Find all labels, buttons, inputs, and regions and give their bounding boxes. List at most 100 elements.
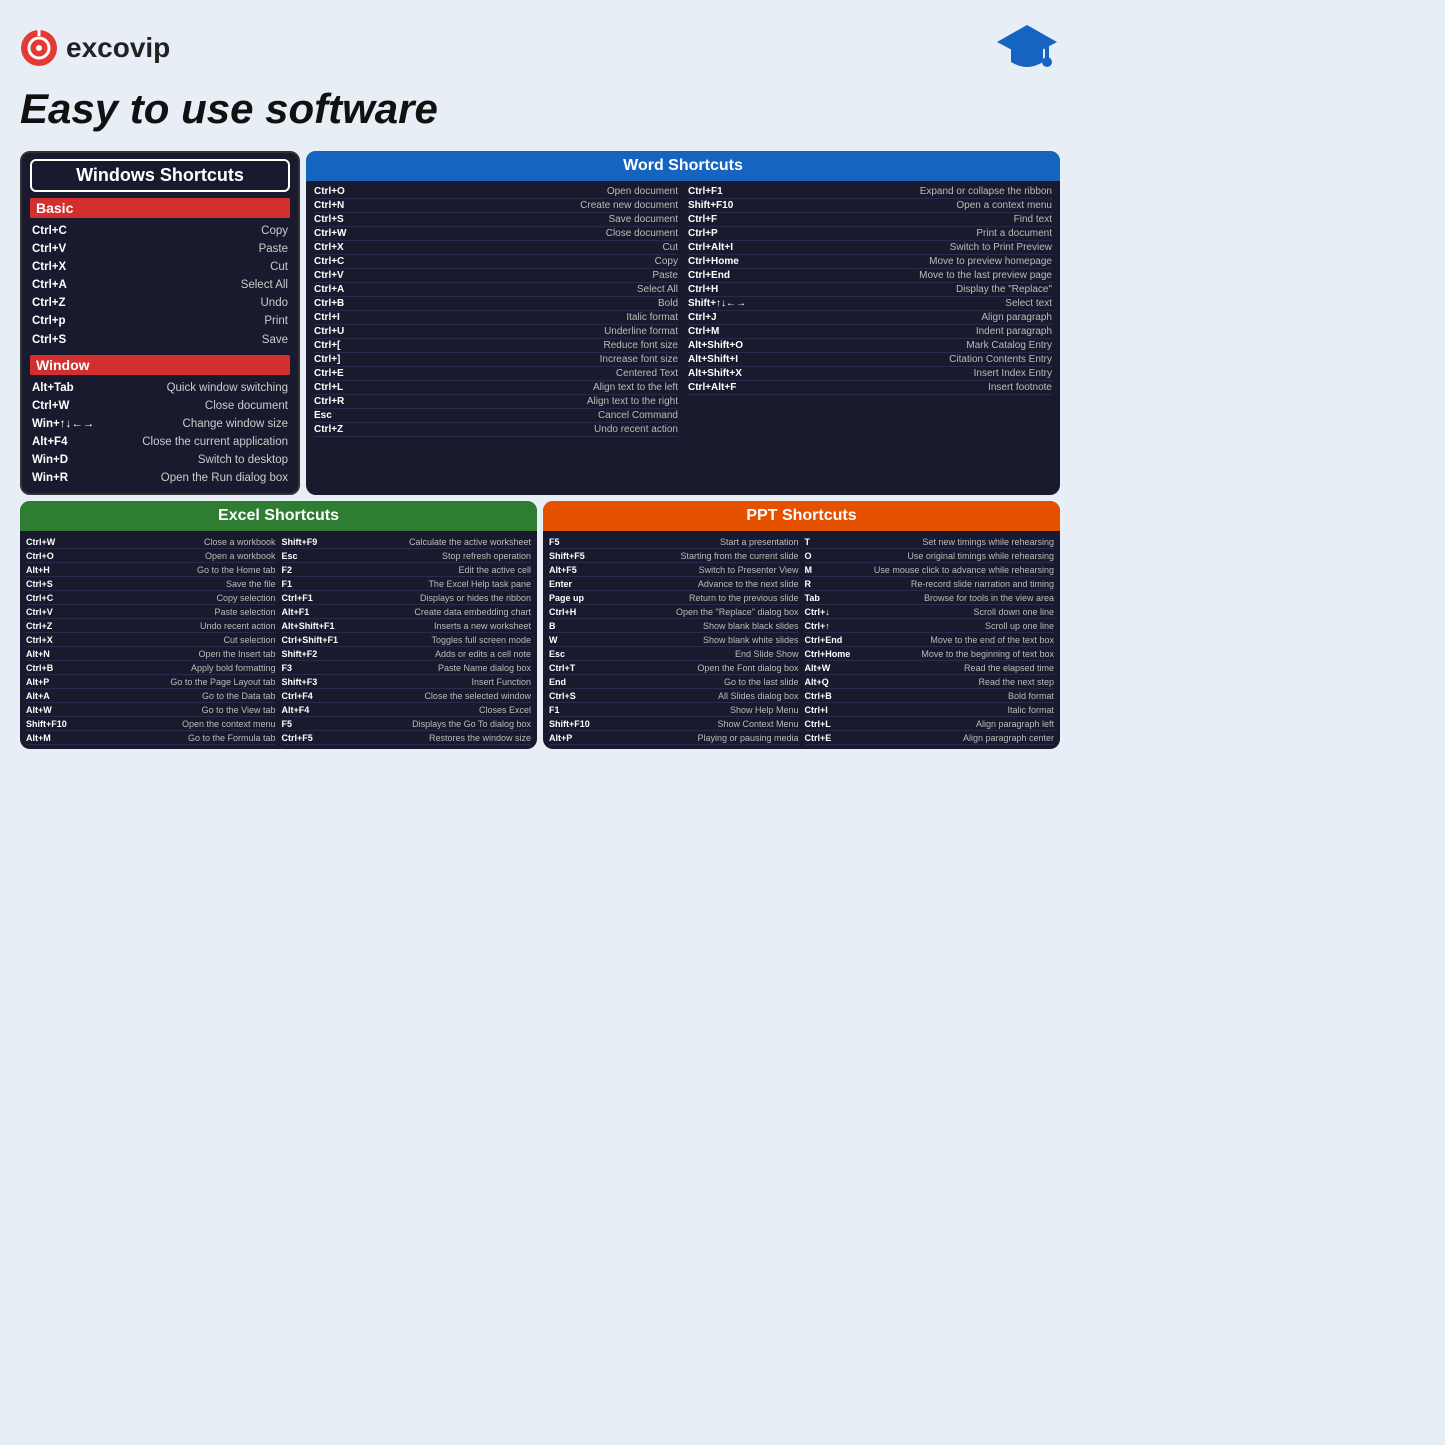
ppt-shortcut-row: Page upReturn to the previous slide: [549, 591, 799, 605]
shortcut-row: Win+ROpen the Run dialog box: [30, 469, 290, 487]
excel-shortcut-row: Ctrl+SSave the file: [26, 577, 276, 591]
word-shortcut-row: Ctrl+ECentered Text: [314, 367, 678, 381]
windows-title-box: Windows Shortcuts: [30, 159, 290, 192]
excel-shortcuts-panel: Excel Shortcuts Ctrl+WClose a workbookCt…: [20, 501, 537, 749]
excel-shortcuts-title: Excel Shortcuts: [20, 501, 537, 531]
excel-shortcut-row: EscStop refresh operation: [282, 549, 532, 563]
windows-shortcuts-panel: Windows Shortcuts Basic Ctrl+CCopyCtrl+V…: [20, 151, 300, 495]
shortcut-row: Alt+F4Close the current application: [30, 433, 290, 451]
word-shortcut-row: Ctrl+SSave document: [314, 213, 678, 227]
word-shortcut-row: Ctrl+PPrint a document: [688, 227, 1052, 241]
word-shortcut-row: Ctrl+HDisplay the "Replace": [688, 283, 1052, 297]
basic-section-label: Basic: [30, 198, 290, 218]
word-shortcut-row: Ctrl+FFind text: [688, 213, 1052, 227]
word-shortcut-row: Ctrl+VPaste: [314, 269, 678, 283]
word-shortcuts-title: Word Shortcuts: [306, 151, 1060, 181]
word-shortcut-row: Ctrl+F1Expand or collapse the ribbon: [688, 185, 1052, 199]
ppt-shortcuts-title: PPT Shortcuts: [543, 501, 1060, 531]
word-shortcut-row: Ctrl+IItalic format: [314, 311, 678, 325]
ppt-shortcut-row: EndGo to the last slide: [549, 675, 799, 689]
shortcut-row: Ctrl+ZUndo: [30, 294, 290, 312]
excel-shortcut-row: Ctrl+ZUndo recent action: [26, 619, 276, 633]
ppt-shortcut-row: Ctrl+HOpen the "Replace" dialog box: [549, 605, 799, 619]
ppt-shortcut-row: Ctrl+EAlign paragraph center: [805, 731, 1055, 745]
word-shortcut-row: Shift+F10Open a context menu: [688, 199, 1052, 213]
ppt-shortcut-row: Ctrl+TOpen the Font dialog box: [549, 661, 799, 675]
word-shortcut-row: Alt+Shift+ICitation Contents Entry: [688, 353, 1052, 367]
excel-shortcut-row: F1The Excel Help task pane: [282, 577, 532, 591]
ppt-shortcut-row: Ctrl+EndMove to the end of the text box: [805, 633, 1055, 647]
logo-area: excovip: [20, 29, 170, 67]
ppt-shortcut-row: Ctrl+LAlign paragraph left: [805, 717, 1055, 731]
ppt-shortcut-row: EnterAdvance to the next slide: [549, 577, 799, 591]
graduation-icon: [995, 20, 1060, 75]
ppt-shortcut-row: Shift+F10Show Context Menu: [549, 717, 799, 731]
ppt-shortcut-row: Alt+QRead the next step: [805, 675, 1055, 689]
excel-shortcut-row: Ctrl+BApply bold formatting: [26, 661, 276, 675]
excel-shortcut-row: Shift+F9Calculate the active worksheet: [282, 535, 532, 549]
shortcut-row: Ctrl+WClose document: [30, 397, 290, 415]
shortcut-row: Alt+TabQuick window switching: [30, 379, 290, 397]
excel-shortcut-row: Alt+HGo to the Home tab: [26, 563, 276, 577]
word-shortcut-row: Alt+Shift+XInsert Index Entry: [688, 367, 1052, 381]
word-shortcut-row: Ctrl+JAlign paragraph: [688, 311, 1052, 325]
ppt-shortcut-row: MUse mouse click to advance while rehear…: [805, 563, 1055, 577]
word-shortcut-row: Ctrl+CCopy: [314, 255, 678, 269]
word-shortcut-row: Ctrl+Alt+ISwitch to Print Preview: [688, 241, 1052, 255]
word-shortcut-row: Ctrl+]Increase font size: [314, 353, 678, 367]
ppt-shortcut-row: Alt+F5Switch to Presenter View: [549, 563, 799, 577]
ppt-shortcut-row: F5Start a presentation: [549, 535, 799, 549]
ppt-shortcut-row: Shift+F5Starting from the current slide: [549, 549, 799, 563]
page-header: excovip: [20, 20, 1060, 75]
shortcut-row: Win+DSwitch to desktop: [30, 451, 290, 469]
excel-shortcut-row: Alt+NOpen the Insert tab: [26, 647, 276, 661]
excel-shortcut-row: Ctrl+F4Close the selected window: [282, 689, 532, 703]
ppt-shortcut-row: BShow blank black slides: [549, 619, 799, 633]
shortcut-row: Ctrl+VPaste: [30, 240, 290, 258]
word-shortcut-row: EscCancel Command: [314, 409, 678, 423]
windows-title: Windows Shortcuts: [76, 165, 244, 185]
tagline: Easy to use software: [20, 85, 1060, 133]
excel-shortcut-row: Ctrl+F5Restores the window size: [282, 731, 532, 745]
ppt-shortcut-row: Ctrl+IItalic format: [805, 703, 1055, 717]
ppt-shortcut-row: TabBrowse for tools in the view area: [805, 591, 1055, 605]
ppt-shortcut-row: EscEnd Slide Show: [549, 647, 799, 661]
ppt-shortcuts-body: F5Start a presentationShift+F5Starting f…: [543, 531, 1060, 749]
shortcut-row: Ctrl+CCopy: [30, 222, 290, 240]
excel-shortcut-row: Alt+WGo to the View tab: [26, 703, 276, 717]
word-shortcut-row: Shift+↑↓←→Select text: [688, 297, 1052, 311]
ppt-shortcut-row: Ctrl+↑Scroll up one line: [805, 619, 1055, 633]
ppt-shortcut-row: Ctrl+BBold format: [805, 689, 1055, 703]
ppt-shortcut-row: Ctrl+SAll Slides dialog box: [549, 689, 799, 703]
excel-shortcut-row: Alt+PGo to the Page Layout tab: [26, 675, 276, 689]
excel-shortcut-row: Alt+F1Create data embedding chart: [282, 605, 532, 619]
logo-icon: [20, 29, 58, 67]
window-section-label: Window: [30, 355, 290, 375]
excel-shortcut-row: Alt+AGo to the Data tab: [26, 689, 276, 703]
excel-shortcut-row: Ctrl+OOpen a workbook: [26, 549, 276, 563]
excel-shortcut-row: F2Edit the active cell: [282, 563, 532, 577]
word-shortcut-row: Ctrl+HomeMove to preview homepage: [688, 255, 1052, 269]
word-shortcut-row: Ctrl+ZUndo recent action: [314, 423, 678, 437]
word-shortcut-row: Ctrl+NCreate new document: [314, 199, 678, 213]
word-shortcuts-body: Ctrl+OOpen documentCtrl+NCreate new docu…: [306, 181, 1060, 441]
word-shortcut-row: Ctrl+ASelect All: [314, 283, 678, 297]
word-shortcut-row: Ctrl+MIndent paragraph: [688, 325, 1052, 339]
excel-shortcut-row: Shift+F10Open the context menu: [26, 717, 276, 731]
shortcut-row: Win+↑↓←→Change window size: [30, 415, 290, 433]
ppt-shortcuts-panel: PPT Shortcuts F5Start a presentationShif…: [543, 501, 1060, 749]
excel-shortcut-row: Shift+F3Insert Function: [282, 675, 532, 689]
word-shortcut-row: Ctrl+RAlign text to the right: [314, 395, 678, 409]
window-shortcuts-list: Alt+TabQuick window switchingCtrl+WClose…: [30, 379, 290, 488]
excel-shortcut-row: F5Displays the Go To dialog box: [282, 717, 532, 731]
excel-shortcut-row: Ctrl+VPaste selection: [26, 605, 276, 619]
shortcut-row: Ctrl+XCut: [30, 258, 290, 276]
ppt-shortcut-row: Alt+PPlaying or pausing media: [549, 731, 799, 745]
ppt-shortcut-row: WShow blank white slides: [549, 633, 799, 647]
word-shortcut-row: Ctrl+EndMove to the last preview page: [688, 269, 1052, 283]
word-shortcut-row: Ctrl+OOpen document: [314, 185, 678, 199]
word-shortcut-row: Ctrl+[Reduce font size: [314, 339, 678, 353]
ppt-shortcut-row: OUse original timings while rehearsing: [805, 549, 1055, 563]
excel-shortcut-row: Ctrl+XCut selection: [26, 633, 276, 647]
word-shortcut-row: Ctrl+BBold: [314, 297, 678, 311]
